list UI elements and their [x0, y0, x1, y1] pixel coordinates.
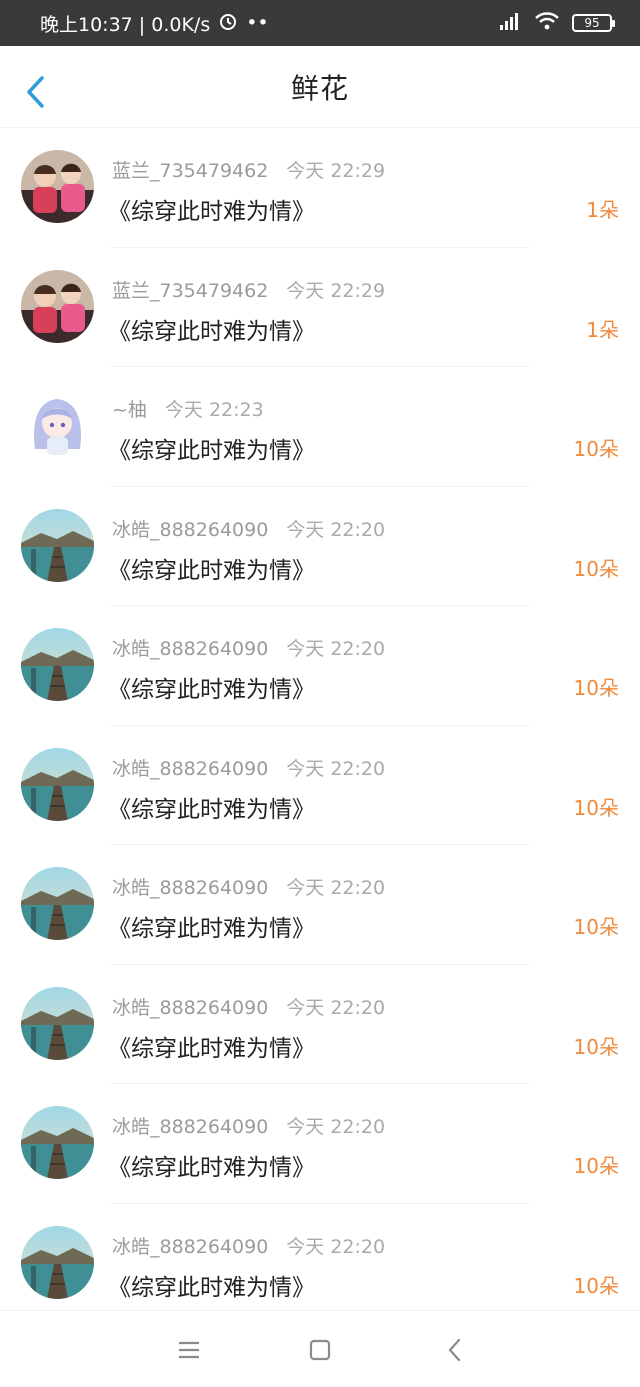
status-left: 晚上10:37 | 0.0K/s •• [40, 10, 269, 37]
timestamp: 今天 22:20 [286, 638, 386, 660]
book-title: 《综穿此时难为情》 [108, 438, 315, 464]
home-icon[interactable] [305, 1335, 335, 1365]
timestamp: 今天 22:23 [164, 399, 264, 421]
book-title: 《综穿此时难为情》 [108, 916, 315, 942]
system-nav-bar [0, 1310, 640, 1387]
avatar[interactable] [21, 389, 94, 462]
username: 冰皓_888264090 [112, 877, 269, 899]
flower-count: 1朵 [586, 198, 619, 222]
flower-count: 10朵 [573, 795, 619, 820]
avatar[interactable] [21, 628, 94, 701]
row-meta: 冰皓_888264090 今天 22:20 [112, 1112, 385, 1139]
flower-count: 10朵 [573, 915, 619, 939]
book-title: 《综穿此时难为情》 [108, 557, 315, 584]
list-item[interactable]: ~柚 今天 22:23 《综穿此时难为情》 10朵 [0, 367, 640, 487]
username: 冰皓_888264090 [112, 518, 269, 541]
book-title: 《综穿此时难为情》 [108, 1274, 315, 1301]
username: 蓝兰_735479462 [112, 160, 269, 182]
avatar[interactable] [21, 150, 94, 223]
book-title: 《综穿此时难为情》 [108, 199, 315, 225]
book-title: 《综穿此时难为情》 [108, 318, 315, 345]
username: 冰皓_888264090 [112, 638, 269, 660]
timestamp: 今天 22:20 [286, 1116, 386, 1138]
timestamp: 今天 22:20 [286, 518, 386, 541]
username: 冰皓_888264090 [112, 757, 269, 780]
book-title: 《综穿此时难为情》 [108, 677, 315, 703]
row-meta: 冰皓_888264090 今天 22:20 [112, 754, 385, 781]
username: 冰皓_888264090 [112, 1235, 269, 1258]
timestamp: 今天 22:20 [286, 877, 386, 899]
avatar[interactable] [21, 747, 94, 821]
list-item[interactable]: 冰皓_888264090 今天 22:20 《综穿此时难为情》 10朵 [0, 487, 640, 607]
row-meta: 冰皓_888264090 今天 22:20 [112, 634, 385, 661]
book-title: 《综穿此时难为情》 [108, 1035, 315, 1062]
row-meta: 蓝兰_735479462 今天 22:29 [112, 276, 385, 303]
flower-count: 10朵 [573, 1034, 619, 1059]
list-item[interactable]: 蓝兰_735479462 今天 22:29 《综穿此时难为情》 1朵 [0, 248, 640, 368]
list-item[interactable]: 冰皓_888264090 今天 22:20 《综穿此时难为情》 10朵 [0, 965, 640, 1085]
row-meta: 冰皓_888264090 今天 22:20 [112, 993, 385, 1020]
list-item[interactable]: 蓝兰_735479462 今天 22:29 《综穿此时难为情》 1朵 [0, 128, 640, 248]
avatar[interactable] [21, 269, 94, 343]
book-title: 《综穿此时难为情》 [108, 796, 315, 823]
row-meta: 冰皓_888264090 今天 22:20 [112, 1232, 385, 1259]
status-right: 95 [498, 11, 615, 36]
flower-list: 蓝兰_735479462 今天 22:29 《综穿此时难为情》 1朵 蓝兰_735479… [0, 128, 640, 1323]
flower-count: 10朵 [573, 1273, 619, 1298]
status-bar: 晚上10:37 | 0.0K/s •• 95 [0, 0, 640, 46]
timestamp: 今天 22:20 [286, 757, 386, 780]
row-meta: 蓝兰_735479462 今天 22:29 [112, 156, 385, 183]
back-icon[interactable] [440, 1335, 470, 1365]
timestamp: 今天 22:20 [286, 1235, 386, 1258]
timestamp: 今天 22:29 [286, 279, 386, 302]
battery-icon: 95 [572, 14, 615, 32]
username: 蓝兰_735479462 [112, 279, 269, 302]
list-item[interactable]: 冰皓_888264090 今天 22:20 《综穿此时难为情》 10朵 [0, 606, 640, 726]
status-time-speed: 晚上10:37 | 0.0K/s [40, 13, 211, 36]
timestamp: 今天 22:29 [286, 160, 386, 182]
flower-count: 10朵 [573, 437, 619, 461]
avatar[interactable] [21, 986, 94, 1060]
avatar[interactable] [21, 867, 94, 940]
book-title: 《综穿此时难为情》 [108, 1155, 315, 1181]
flower-count: 10朵 [573, 1154, 619, 1178]
avatar[interactable] [21, 1225, 94, 1299]
timestamp: 今天 22:20 [286, 996, 386, 1019]
avatar[interactable] [21, 508, 94, 582]
page-title: 鲜花 [290, 71, 349, 105]
signal-icon [498, 11, 522, 36]
list-item[interactable]: 冰皓_888264090 今天 22:20 《综穿此时难为情》 10朵 [0, 1204, 640, 1324]
top-app-bar: 鲜花 [0, 46, 640, 128]
row-meta: 冰皓_888264090 今天 22:20 [112, 515, 385, 542]
wifi-icon [534, 11, 560, 36]
username: ~柚 [112, 399, 147, 421]
list-item[interactable]: 冰皓_888264090 今天 22:20 《综穿此时难为情》 10朵 [0, 845, 640, 965]
flower-count: 10朵 [573, 556, 619, 581]
more-dots-icon: •• [246, 12, 269, 34]
list-item[interactable]: 冰皓_888264090 今天 22:20 《综穿此时难为情》 10朵 [0, 1084, 640, 1204]
alarm-icon [218, 11, 238, 36]
list-item[interactable]: 冰皓_888264090 今天 22:20 《综穿此时难为情》 10朵 [0, 726, 640, 846]
back-button[interactable] [22, 74, 50, 110]
flower-count: 1朵 [586, 317, 619, 342]
username: 冰皓_888264090 [112, 996, 269, 1019]
menu-icon[interactable] [174, 1335, 204, 1365]
avatar[interactable] [21, 1106, 94, 1179]
row-meta: 冰皓_888264090 今天 22:20 [112, 873, 385, 900]
username: 冰皓_888264090 [112, 1116, 269, 1138]
flower-count: 10朵 [573, 676, 619, 700]
row-meta: ~柚 今天 22:23 [112, 395, 264, 422]
